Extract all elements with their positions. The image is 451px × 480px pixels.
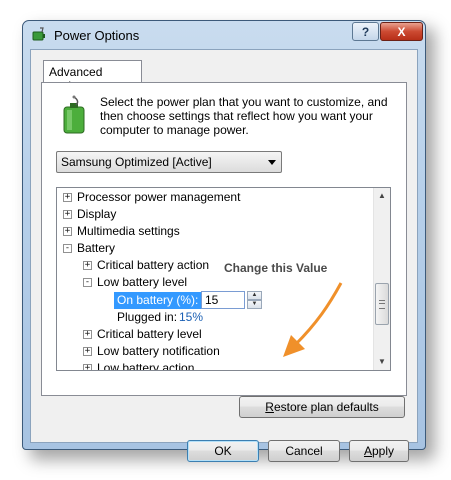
tab-advanced-settings[interactable]: Advanced settings [43,60,142,93]
restore-defaults-button[interactable]: Restore plan defaults [239,396,405,418]
annotation-text: Change this Value [224,261,328,275]
expand-icon[interactable]: + [83,364,92,370]
on-battery-value-input[interactable]: 15 [201,291,245,309]
spin-down-icon[interactable]: ▼ [247,300,262,309]
tree-item-label: Low battery notification [97,344,220,358]
advanced-settings-page: Select the power plan that you want to c… [41,82,407,396]
on-battery-label: On battery (%): [114,292,202,309]
window-title: Power Options [54,28,140,43]
chevron-down-icon [268,160,276,165]
tree-item-label: Battery [77,241,116,255]
page-description: Select the power plan that you want to c… [100,95,388,137]
ok-button[interactable]: OK [187,440,259,462]
tree-item-label: Display [77,207,117,221]
apply-label: pply [372,444,395,458]
expand-icon[interactable]: + [63,227,72,236]
vertical-scrollbar[interactable]: ▲ ▼ [373,188,390,370]
value-spinner[interactable]: ▲ ▼ [247,291,262,309]
plugged-in-label: Plugged in: [117,310,178,324]
power-options-window: Power Options ? X Advanced settings Sele… [22,20,426,462]
expand-icon[interactable]: + [83,330,92,339]
close-button[interactable]: X [380,22,423,41]
expand-icon[interactable]: + [83,261,92,270]
apply-mnemonic: A [363,444,372,458]
tree-item-label: Low battery action [97,361,195,371]
collapse-icon[interactable]: - [83,278,92,287]
scroll-up-icon[interactable]: ▲ [374,188,390,204]
title-bar[interactable]: Power Options ? X [23,21,425,49]
power-plan-select[interactable]: Samsung Optimized [Active] [56,151,282,173]
scrollbar-thumb[interactable] [375,283,389,325]
expand-icon[interactable]: + [63,210,72,219]
restore-label: estore plan defaults [273,400,379,414]
expand-icon[interactable]: + [63,193,72,202]
scroll-down-icon[interactable]: ▼ [374,354,390,370]
annotation-arrow-icon [283,282,343,357]
grip-icon [379,300,385,309]
power-plan-select-value: Samsung Optimized [Active] [61,155,212,169]
spin-up-icon[interactable]: ▲ [247,291,262,300]
expand-icon[interactable]: + [83,347,92,356]
restore-mnemonic: R [265,400,274,414]
tree-item-label: Multimedia settings [77,224,180,238]
cancel-button[interactable]: Cancel [268,440,340,462]
battery-plan-icon [63,95,85,134]
power-options-icon [32,27,45,41]
collapse-icon[interactable]: - [63,244,72,253]
tree-item-label: Low battery level [97,275,188,289]
tree-item-label: Critical battery level [97,327,202,341]
plugged-in-value-link[interactable]: 15% [179,309,203,326]
apply-button[interactable]: Apply [349,440,409,462]
tree-item-label: Critical battery action [97,258,210,272]
help-button[interactable]: ? [352,22,379,41]
dialog-client-area: Advanced settings Select the power plan … [30,49,418,462]
tree-item-label: Processor power management [77,190,241,204]
